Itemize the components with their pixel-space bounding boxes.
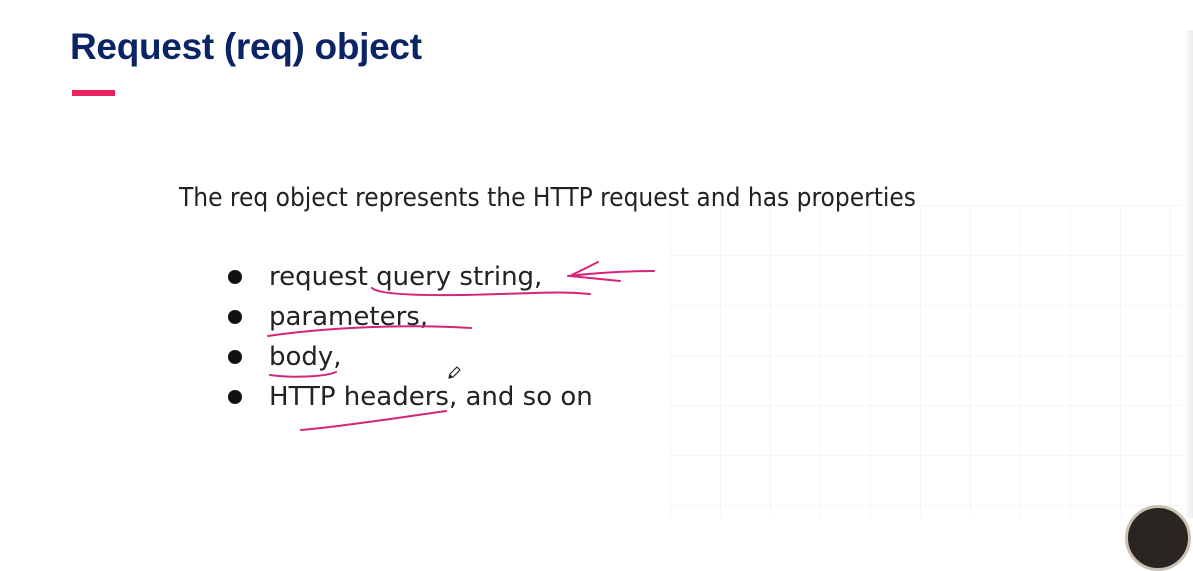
grid-background [670,205,1193,518]
presenter-avatar [1125,505,1191,571]
list-item-label: body, [269,342,342,372]
list-item-label: request query string, [269,262,543,292]
intro-paragraph: The req object represents the HTTP reque… [179,183,916,213]
title-accent-bar [72,90,115,96]
list-item-label: HTTP headers, and so on [269,382,593,412]
pencil-cursor-icon [448,366,461,379]
list-item: body, [228,337,593,377]
properties-list: request query string, parameters, body, … [228,257,593,417]
list-item-label: parameters, [269,302,429,332]
list-item: request query string, [228,257,593,297]
window-edge-shadow [1183,30,1193,518]
bullet-dot [228,270,242,284]
bullet-dot [228,310,242,324]
list-item: HTTP headers, and so on [228,377,593,417]
list-item: parameters, [228,297,593,337]
slide-title: Request (req) object [70,26,422,67]
bullet-dot [228,390,242,404]
bullet-dot [228,350,242,364]
